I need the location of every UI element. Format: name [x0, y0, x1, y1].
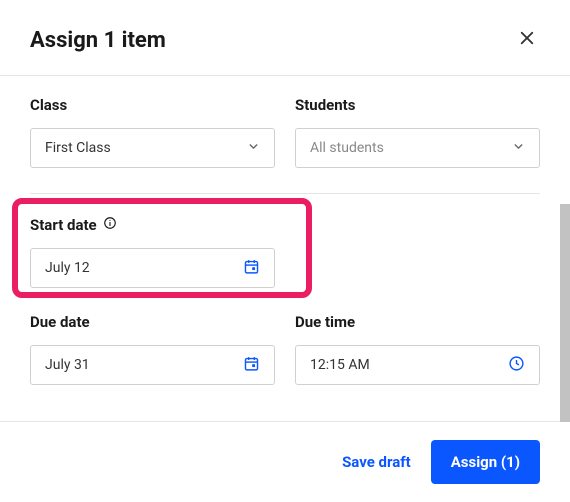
start-date-value: July 12: [45, 260, 90, 276]
info-icon[interactable]: [103, 216, 117, 234]
close-button[interactable]: [514, 25, 540, 55]
chevron-down-icon: [512, 140, 525, 157]
due-time-value: 12:15 AM: [310, 357, 370, 373]
start-date-input[interactable]: July 12: [30, 248, 275, 288]
students-label: Students: [295, 96, 540, 114]
calendar-icon: [243, 355, 260, 376]
chevron-down-icon: [247, 140, 260, 157]
class-select[interactable]: First Class: [30, 128, 275, 168]
students-placeholder: All students: [310, 140, 384, 156]
due-time-label: Due time: [295, 313, 540, 331]
calendar-icon: [243, 258, 260, 279]
assign-modal: Assign 1 item Class First Class: [0, 0, 570, 502]
section-divider: [30, 193, 540, 194]
save-draft-button[interactable]: Save draft: [342, 453, 411, 471]
modal-footer: Save draft Assign (1): [0, 421, 570, 502]
clock-icon: [508, 355, 525, 376]
close-icon: [518, 36, 536, 51]
scrollbar-thumb[interactable]: [560, 204, 570, 422]
due-date-value: July 31: [45, 357, 90, 373]
students-select[interactable]: All students: [295, 128, 540, 168]
class-label: Class: [30, 96, 275, 114]
class-value: First Class: [45, 140, 111, 156]
due-date-input[interactable]: July 31: [30, 345, 275, 385]
start-date-label: Start date: [30, 216, 275, 234]
assign-button[interactable]: Assign (1): [431, 440, 540, 484]
due-time-input[interactable]: 12:15 AM: [295, 345, 540, 385]
modal-body: Class First Class Students All students: [0, 76, 570, 421]
modal-header: Assign 1 item: [0, 0, 570, 76]
start-date-label-text: Start date: [30, 216, 97, 234]
due-date-label: Due date: [30, 313, 275, 331]
modal-title: Assign 1 item: [30, 28, 166, 53]
